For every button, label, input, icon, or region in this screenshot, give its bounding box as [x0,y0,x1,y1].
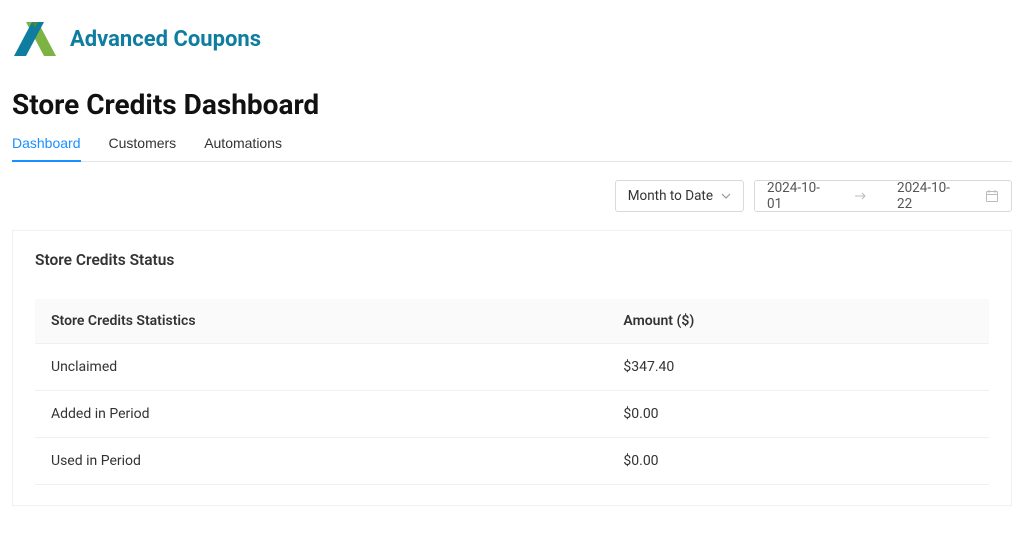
stat-amount: $0.00 [607,391,989,438]
card-title: Store Credits Status [35,251,989,269]
chevron-down-icon [721,191,731,201]
col-header-amount: Amount ($) [607,299,989,344]
calendar-icon [985,189,999,203]
arrow-right-icon [855,192,867,200]
date-start: 2024-10-01 [767,180,825,212]
page-title: Store Credits Dashboard [12,88,1012,121]
tab-dashboard[interactable]: Dashboard [12,135,81,161]
col-header-stat: Store Credits Statistics [35,299,607,344]
table-row: Unclaimed $347.40 [35,344,989,391]
tab-automations[interactable]: Automations [204,135,282,161]
brand-name: Advanced Coupons [70,27,261,52]
stat-label: Unclaimed [35,344,607,391]
store-credits-card: Store Credits Status Store Credits Stati… [12,230,1012,506]
stat-label: Used in Period [35,438,607,485]
stat-amount: $347.40 [607,344,989,391]
date-end: 2024-10-22 [897,180,955,212]
brand-logo-icon [12,18,60,60]
table-header-row: Store Credits Statistics Amount ($) [35,299,989,344]
tabs: Dashboard Customers Automations [12,135,1012,162]
period-select[interactable]: Month to Date [615,180,744,212]
date-range-picker[interactable]: 2024-10-01 2024-10-22 [754,180,1012,212]
brand-header: Advanced Coupons [12,18,1012,60]
filters-row: Month to Date 2024-10-01 2024-10-22 [12,180,1012,212]
stats-table: Store Credits Statistics Amount ($) Uncl… [35,299,989,485]
table-row: Added in Period $0.00 [35,391,989,438]
period-select-label: Month to Date [628,188,713,204]
table-row: Used in Period $0.00 [35,438,989,485]
tab-customers[interactable]: Customers [109,135,177,161]
stat-amount: $0.00 [607,438,989,485]
stat-label: Added in Period [35,391,607,438]
